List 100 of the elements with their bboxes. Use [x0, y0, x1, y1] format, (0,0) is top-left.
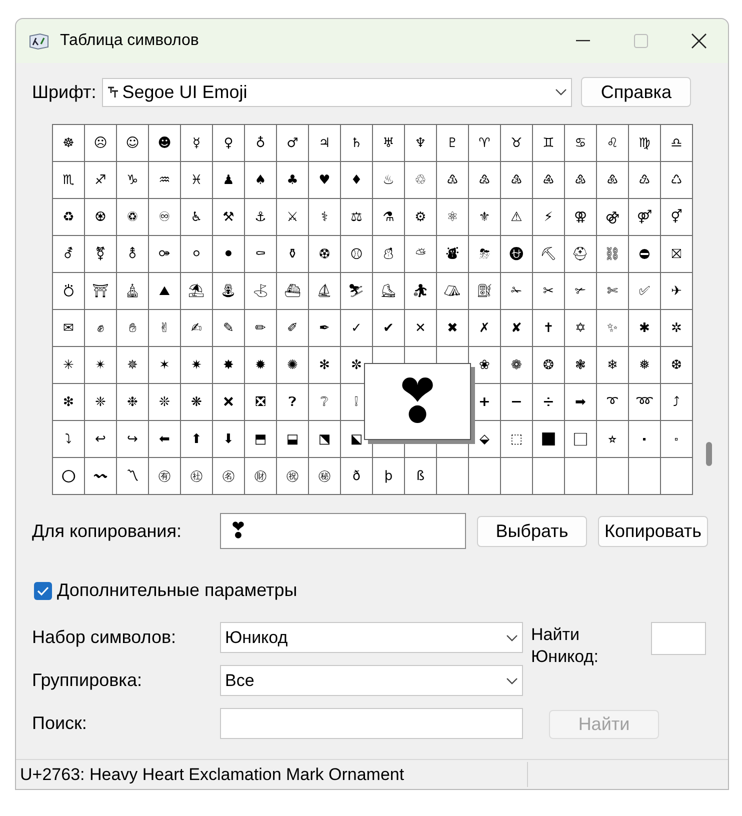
symbol-cell[interactable]: ⚱	[277, 236, 309, 273]
symbol-cell[interactable]: ✂	[533, 273, 565, 310]
symbol-cell[interactable]: ♇	[437, 125, 469, 162]
symbol-cell[interactable]: ➖	[501, 384, 533, 421]
symbol-cell[interactable]: ⚗	[373, 199, 405, 236]
symbol-cell[interactable]: ✓	[341, 310, 373, 347]
symbol-cell[interactable]: ㊓	[181, 458, 213, 495]
symbol-cell[interactable]: ✻	[309, 347, 341, 384]
symbol-cell[interactable]: ⭕	[53, 458, 85, 495]
symbol-cell[interactable]: ⚓	[245, 199, 277, 236]
font-dropdown[interactable]: Segoe UI Emoji	[102, 78, 572, 106]
symbol-cell[interactable]: ❉	[117, 384, 149, 421]
symbol-cell[interactable]: ✋	[117, 310, 149, 347]
symbol-cell[interactable]: ❅	[629, 347, 661, 384]
symbol-cell[interactable]: 〽	[117, 458, 149, 495]
symbol-cell[interactable]: ✗	[469, 310, 501, 347]
symbol-cell[interactable]: ⚢	[565, 199, 597, 236]
symbol-cell[interactable]: ✔	[373, 310, 405, 347]
symbol-cell[interactable]: ✷	[181, 347, 213, 384]
symbol-cell[interactable]: ⛴	[277, 273, 309, 310]
symbol-cell[interactable]: ⚡	[533, 199, 565, 236]
symbol-cell[interactable]: ⬔	[309, 421, 341, 458]
symbol-cell[interactable]: ⬛	[533, 421, 565, 458]
symbol-cell[interactable]: ✏	[245, 310, 277, 347]
symbol-cell[interactable]: ⛑	[565, 236, 597, 273]
help-button[interactable]: Справка	[581, 77, 692, 107]
symbol-cell[interactable]: ♵	[501, 162, 533, 199]
symbol-cell[interactable]: ❋	[181, 384, 213, 421]
symbol-cell[interactable]: ♠	[245, 162, 277, 199]
symbol-cell[interactable]: ⛪	[117, 273, 149, 310]
symbol-cell[interactable]: ⛅	[405, 236, 437, 273]
symbol-cell[interactable]: ✴	[85, 347, 117, 384]
symbol-cell[interactable]: ⛹	[405, 273, 437, 310]
symbol-cell[interactable]: ⚛	[437, 199, 469, 236]
symbol-cell[interactable]: ⬆	[181, 421, 213, 458]
symbol-cell[interactable]: ♶	[533, 162, 565, 199]
symbol-cell[interactable]: ð	[341, 458, 373, 495]
symbol-cell[interactable]: ⛎	[501, 236, 533, 273]
symbol-cell[interactable]: ⬞	[661, 421, 693, 458]
symbol-cell[interactable]: 〰	[85, 458, 117, 495]
symbol-cell[interactable]: ✨	[597, 310, 629, 347]
symbol-cell[interactable]: ➰	[597, 384, 629, 421]
symbol-cell[interactable]: ♲	[405, 162, 437, 199]
symbol-cell[interactable]: ⚩	[149, 236, 181, 273]
symbol-cell[interactable]: ❇	[53, 384, 85, 421]
symbol-cell[interactable]: ❂	[533, 347, 565, 384]
symbol-cell[interactable]: ✶	[149, 347, 181, 384]
symbol-cell[interactable]: ♁	[245, 125, 277, 162]
symbol-cell[interactable]: ⤴	[661, 384, 693, 421]
symbol-cell[interactable]: ♑	[117, 162, 149, 199]
symbol-cell[interactable]: ⛵	[309, 273, 341, 310]
symbol-cell[interactable]: ㊔	[213, 458, 245, 495]
symbol-cell[interactable]: ✺	[277, 347, 309, 384]
symbol-cell[interactable]: ✉	[53, 310, 85, 347]
symbol-cell[interactable]: ⬒	[245, 421, 277, 458]
symbol-cell[interactable]: ❄	[597, 347, 629, 384]
symbol-cell[interactable]: ✸	[213, 347, 245, 384]
symbol-cell[interactable]: ⛰	[149, 273, 181, 310]
symbol-cell[interactable]: ⚠	[501, 199, 533, 236]
symbol-cell[interactable]: ✘	[501, 310, 533, 347]
symbol-cell[interactable]: ♴	[469, 162, 501, 199]
symbol-cell[interactable]: ✅	[629, 273, 661, 310]
symbol-cell[interactable]: ❊	[149, 384, 181, 421]
symbol-cell[interactable]: ⚔	[277, 199, 309, 236]
symbol-cell[interactable]: ⛣	[53, 273, 85, 310]
symbol-cell[interactable]: ⚕	[309, 199, 341, 236]
symbol-cell[interactable]: ✎	[213, 310, 245, 347]
copy-button[interactable]: Копировать	[598, 516, 708, 546]
symbol-cell[interactable]: ⚣	[597, 199, 629, 236]
symbol-cell[interactable]: ⚰	[245, 236, 277, 273]
symbol-cell[interactable]: ↪	[117, 421, 149, 458]
symbol-cell[interactable]: ✳	[53, 347, 85, 384]
symbol-cell[interactable]: ⚧	[85, 236, 117, 273]
symbol-cell[interactable]: ✱	[629, 310, 661, 347]
symbol-cell[interactable]: þ	[373, 458, 405, 495]
symbol-cell[interactable]: ❔	[309, 384, 341, 421]
symbol-cell[interactable]: ㊗	[277, 458, 309, 495]
symbol-cell[interactable]: ➿	[629, 384, 661, 421]
symbol-cell[interactable]: ♂	[277, 125, 309, 162]
symbol-cell[interactable]: ⚽	[309, 236, 341, 273]
symbol-cell[interactable]: ㊙	[309, 458, 341, 495]
symbol-cell[interactable]: ♷	[565, 162, 597, 199]
symbol-cell[interactable]: ♣	[277, 162, 309, 199]
symbol-cell[interactable]: ✍	[181, 310, 213, 347]
symbol-cell[interactable]: ❆	[661, 347, 693, 384]
symbol-cell[interactable]: ♽	[117, 199, 149, 236]
symbol-cell[interactable]: ✝	[533, 310, 565, 347]
symbol-cell[interactable]: ✡	[565, 310, 597, 347]
symbol-cell[interactable]: ⬝	[629, 421, 661, 458]
symbol-cell[interactable]: ♃	[309, 125, 341, 162]
symbol-cell[interactable]: ♅	[373, 125, 405, 162]
symbol-cell[interactable]: ♌	[597, 125, 629, 162]
symbol-cell[interactable]: ⛩	[85, 273, 117, 310]
symbol-cell[interactable]: ♟	[213, 162, 245, 199]
symbol-cell[interactable]: ♼	[85, 199, 117, 236]
symbol-cell[interactable]: ♓	[181, 162, 213, 199]
symbol-cell[interactable]: ⛇	[437, 236, 469, 273]
symbol-cell[interactable]: ♺	[661, 162, 693, 199]
symbol-cell[interactable]: ⛲	[213, 273, 245, 310]
symbol-cell[interactable]: ⚪	[181, 236, 213, 273]
